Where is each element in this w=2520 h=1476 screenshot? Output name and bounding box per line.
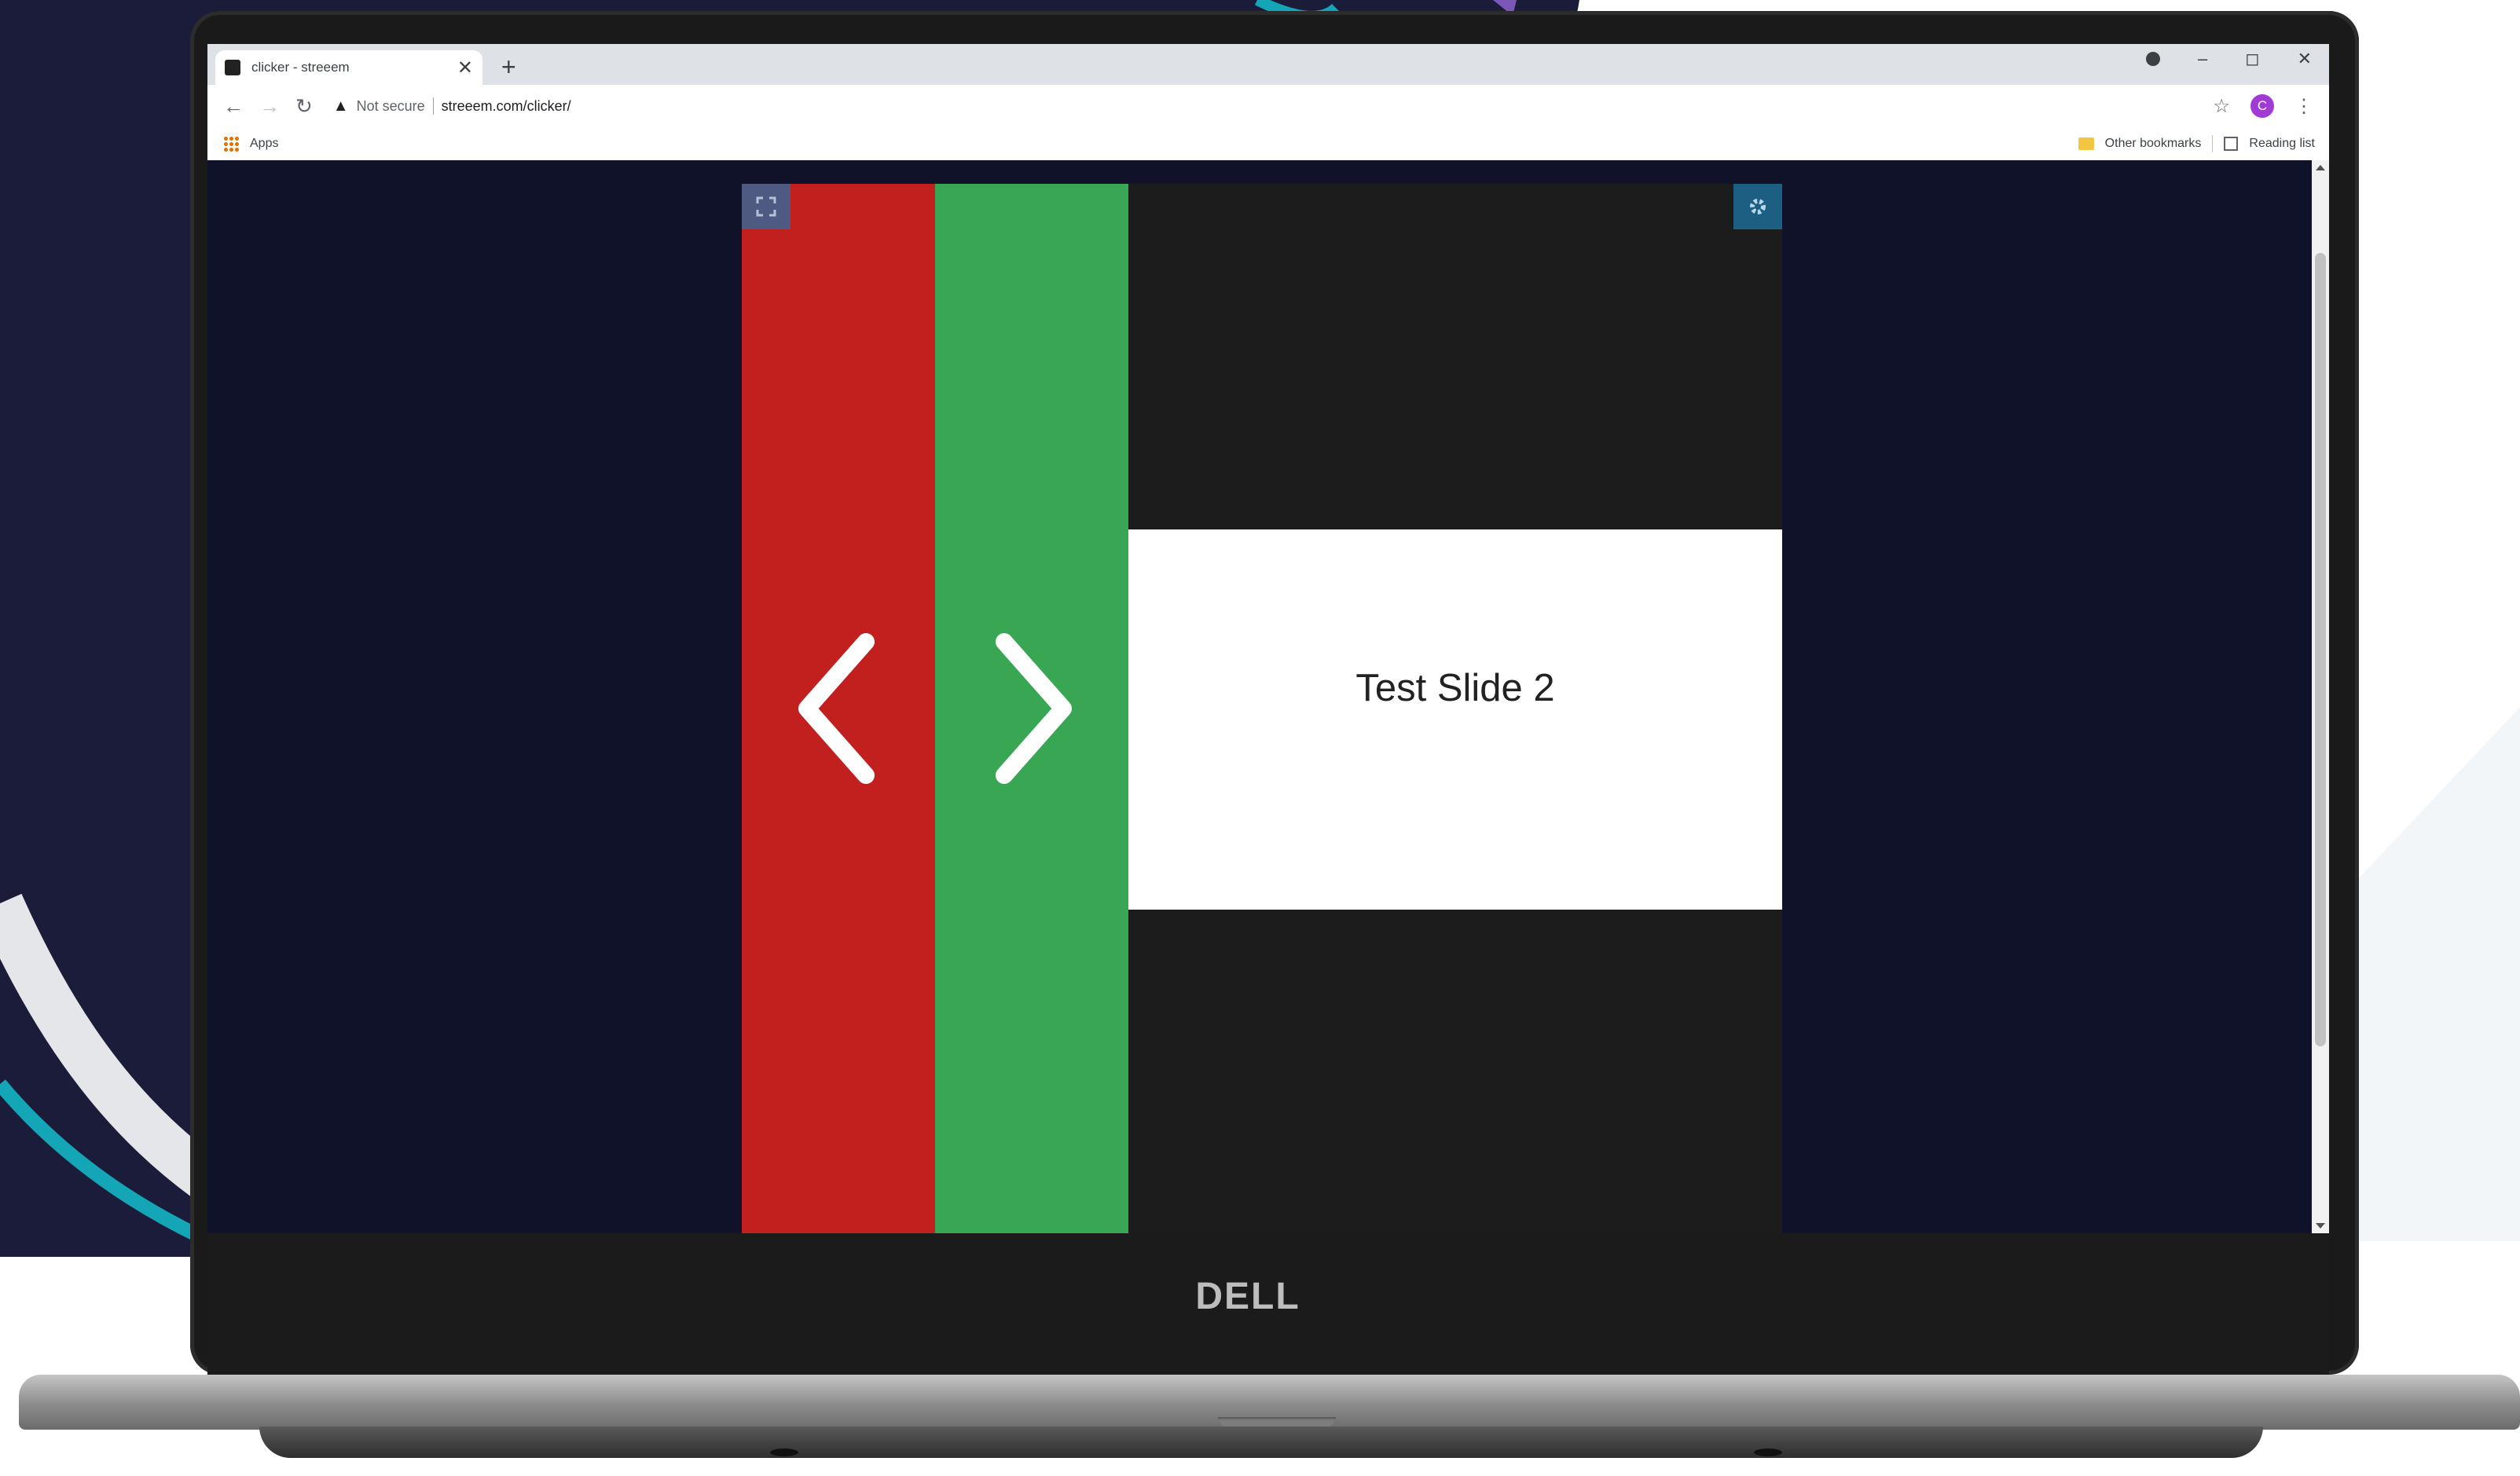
scrollbar[interactable] [2312, 160, 2329, 1233]
new-tab-button[interactable]: + [501, 53, 516, 82]
laptop-screen: clicker - streeem ✕ + – ◻ ✕ ← → ↻ ▲ Not … [207, 44, 2329, 1233]
other-bookmarks[interactable]: Other bookmarks [2105, 137, 2202, 151]
tab-title: clicker - streeem [251, 60, 350, 75]
account-icon[interactable] [2146, 52, 2161, 66]
omnibox[interactable]: ▲ Not secure streeem.com/clicker/ [333, 97, 571, 115]
fullscreen-icon [756, 196, 776, 217]
address-bar: ← → ↻ ▲ Not secure streeem.com/clicker/ … [207, 85, 2329, 127]
apps-bookmark[interactable]: Apps [250, 137, 278, 151]
reload-button[interactable]: ↻ [295, 94, 313, 119]
reading-list-icon [2224, 137, 2239, 151]
menu-icon[interactable]: ⋮ [2294, 95, 2313, 118]
close-icon[interactable]: ✕ [457, 57, 473, 79]
warning-icon: ▲ [332, 97, 349, 115]
address-bar-actions: ☆ C ⋮ [2213, 94, 2313, 118]
scrollbar-thumb[interactable] [2315, 253, 2326, 1046]
gear-icon [1750, 199, 1766, 214]
browser-tab[interactable]: clicker - streeem ✕ [215, 50, 482, 85]
back-button[interactable]: ← [223, 94, 244, 119]
forward-button[interactable]: → [259, 94, 280, 119]
apps-icon[interactable] [223, 136, 239, 152]
window-controls: – ◻ ✕ [2146, 49, 2312, 69]
page-viewport: Test Slide 2 [207, 160, 2329, 1233]
url-text[interactable]: streeem.com/clicker/ [442, 98, 571, 115]
slide-title: Test Slide 2 [1355, 667, 1555, 709]
laptop-base-lip [259, 1427, 2263, 1458]
settings-button[interactable] [1733, 184, 1782, 229]
minimize-button[interactable]: – [2198, 49, 2207, 69]
laptop-foot [1754, 1449, 1782, 1456]
bookmarks-separator [2212, 135, 2214, 152]
dell-logo: DELL [1146, 1265, 1350, 1328]
security-label: Not secure [356, 97, 425, 114]
laptop-foot [770, 1449, 798, 1456]
chevron-left-icon [798, 633, 875, 784]
browser-tabbar: clicker - streeem ✕ + – ◻ ✕ [207, 44, 2329, 85]
window-close-button[interactable]: ✕ [2298, 49, 2312, 69]
brand-text: DELL [1195, 1276, 1300, 1317]
scroll-up-icon[interactable] [2316, 165, 2325, 170]
profile-avatar[interactable]: C [2250, 94, 2274, 118]
bookmark-star-icon[interactable]: ☆ [2213, 95, 2230, 118]
chevron-right-icon [996, 633, 1072, 784]
slide: Test Slide 2 [1128, 529, 1782, 910]
previous-slide-button[interactable] [742, 184, 935, 1233]
next-slide-button[interactable] [935, 184, 1128, 1233]
brand-logo-icon: DELL [1195, 1276, 1300, 1317]
restore-button[interactable]: ◻ [2245, 49, 2259, 69]
clicker-app: Test Slide 2 [742, 184, 1782, 1233]
fullscreen-button[interactable] [742, 184, 790, 229]
reading-list[interactable]: Reading list [2249, 137, 2315, 151]
bookmarks-right: Other bookmarks Reading list [2078, 135, 2315, 152]
bookmarks-bar: Apps Other bookmarks Reading list [207, 127, 2329, 161]
scroll-down-icon[interactable] [2316, 1223, 2325, 1229]
folder-icon [2078, 137, 2094, 150]
omnibox-separator [432, 97, 434, 115]
favicon-icon [225, 60, 240, 75]
